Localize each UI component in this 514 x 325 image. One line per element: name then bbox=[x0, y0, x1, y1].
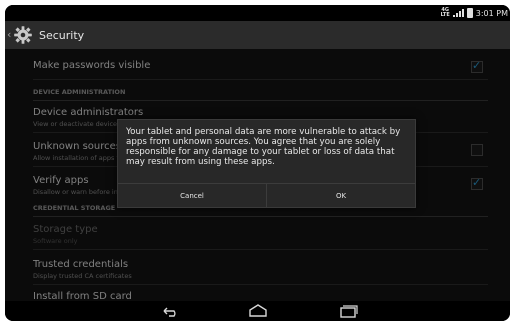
gear-icon[interactable] bbox=[13, 25, 33, 45]
action-bar: ‹ Security bbox=[5, 21, 510, 49]
network-type-bottom: LTE bbox=[440, 12, 450, 18]
dialog-message: Your tablet and personal data are more v… bbox=[126, 127, 401, 167]
page-title: Security bbox=[39, 29, 85, 42]
ok-button[interactable]: OK bbox=[266, 184, 415, 207]
back-icon[interactable] bbox=[161, 304, 181, 318]
tablet-screen: 4G LTE 3:01 PM ‹ Security Make passwords… bbox=[5, 5, 510, 321]
dialog-button-bar: Cancel OK bbox=[118, 183, 415, 207]
status-time: 3:01 PM bbox=[475, 8, 508, 18]
network-type-icon: 4G LTE bbox=[441, 8, 450, 18]
cancel-button[interactable]: Cancel bbox=[118, 184, 266, 207]
status-icons: 4G LTE 3:01 PM bbox=[441, 8, 508, 18]
unknown-sources-warning-dialog: Your tablet and personal data are more v… bbox=[117, 119, 416, 208]
battery-icon bbox=[466, 8, 473, 18]
home-icon[interactable] bbox=[248, 304, 268, 318]
recents-icon[interactable] bbox=[338, 304, 358, 318]
status-bar: 4G LTE 3:01 PM bbox=[5, 5, 510, 21]
up-navigation-icon[interactable]: ‹ bbox=[7, 28, 11, 41]
signal-strength-icon bbox=[452, 9, 464, 17]
navigation-bar bbox=[5, 301, 510, 321]
